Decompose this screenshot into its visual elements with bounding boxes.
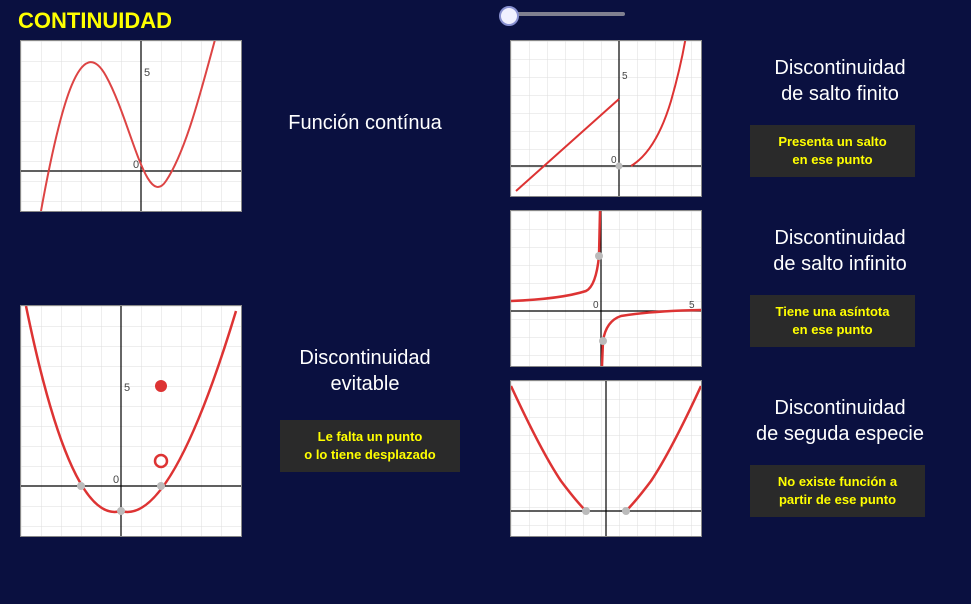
svg-text:0: 0 <box>113 474 119 486</box>
svg-text:5: 5 <box>622 71 628 82</box>
graph-second-kind <box>510 380 702 537</box>
label-infinite-jump: Discontinuidadde salto infinito <box>730 225 950 277</box>
svg-text:0: 0 <box>593 300 599 311</box>
svg-text:0: 0 <box>133 159 139 171</box>
label-removable: Discontinuidadevitable <box>265 345 465 397</box>
note-finite-jump: Presenta un saltoen ese punto <box>750 125 915 177</box>
note-removable: Le falta un puntoo lo tiene desplazado <box>280 420 460 472</box>
graph-infinite-jump: 0 5 <box>510 210 702 367</box>
svg-text:5: 5 <box>144 67 150 79</box>
svg-text:5: 5 <box>124 382 130 394</box>
label-finite-jump: Discontinuidadde salto finito <box>730 55 950 107</box>
label-second-kind: Discontinuidadde seguda especie <box>720 395 960 447</box>
label-continuous: Función contínua <box>265 110 465 136</box>
parameter-slider[interactable] <box>505 12 625 16</box>
graph-removable: 0 5 <box>20 305 242 537</box>
note-infinite-jump: Tiene una asíntotaen ese punto <box>750 295 915 347</box>
page-title: CONTINUIDAD <box>18 8 172 34</box>
graph-finite-jump: 0 5 <box>510 40 702 197</box>
note-second-kind: No existe función apartir de ese punto <box>750 465 925 517</box>
graph-continuous: 0 5 <box>20 40 242 212</box>
